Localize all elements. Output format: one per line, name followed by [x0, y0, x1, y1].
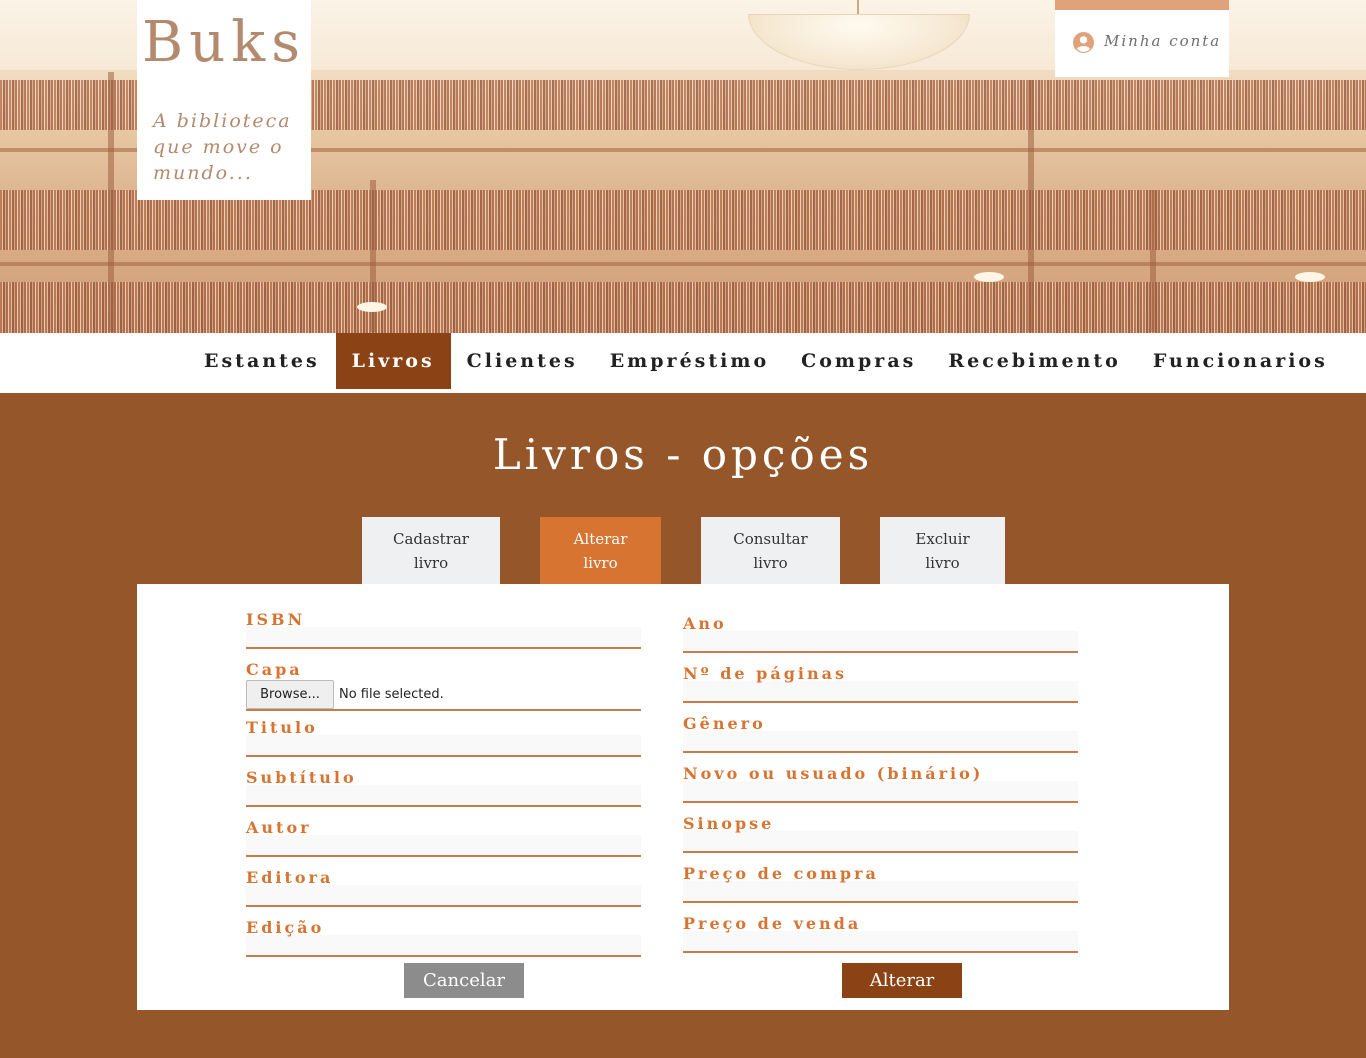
- bookshelf-row: [0, 282, 1366, 333]
- paginas-field: Nº de páginas: [683, 663, 1078, 703]
- hero-pillar: [1028, 80, 1034, 332]
- account-button[interactable]: Minha conta: [1055, 0, 1229, 77]
- hero-pillar: [1150, 190, 1156, 332]
- subtitulo-field: Subtítulo: [246, 767, 641, 807]
- main-nav: Estantes Livros Clientes Empréstimo Comp…: [0, 333, 1366, 393]
- isbn-input[interactable]: [246, 627, 641, 649]
- sinopse-field: Sinopse: [683, 813, 1078, 853]
- account-label: Minha conta: [1104, 32, 1222, 50]
- file-status: No file selected.: [339, 686, 444, 702]
- genero-field: Gênero: [683, 713, 1078, 753]
- nav-item-compras[interactable]: Compras: [785, 333, 932, 389]
- novo-usado-field: Novo ou usuado (binário): [683, 763, 1078, 803]
- lamp-icon: [1295, 272, 1325, 282]
- alterar-button[interactable]: Alterar: [842, 963, 962, 998]
- nav-item-emprestimo[interactable]: Empréstimo: [594, 333, 785, 389]
- tab-label-line2: livro: [583, 554, 618, 572]
- nav-list: Estantes Livros Clientes Empréstimo Comp…: [188, 333, 1344, 389]
- tab-label-line2: livro: [413, 554, 449, 572]
- tab-label-line2: livro: [925, 554, 960, 572]
- tab-label-line1: Alterar: [573, 530, 628, 548]
- lamp-icon: [974, 272, 1004, 282]
- user-circle-icon: [1073, 32, 1094, 53]
- page-title: Livros - opções: [492, 430, 874, 479]
- tab-label-line1: Excluir: [915, 530, 970, 548]
- nav-item-clientes[interactable]: Clientes: [451, 333, 594, 389]
- tab-consultar-livro[interactable]: Consultar livro: [701, 517, 840, 584]
- shelf-rail: [0, 262, 1366, 266]
- cancel-button[interactable]: Cancelar: [404, 963, 524, 998]
- isbn-field: ISBN: [246, 609, 641, 649]
- brand-logo-box[interactable]: Buks A biblioteca que move o mundo...: [137, 0, 311, 200]
- nav-item-estantes[interactable]: Estantes: [188, 333, 336, 389]
- capa-field: Capa Browse... No file selected.: [246, 659, 641, 713]
- tab-alterar-livro[interactable]: Alterar livro: [540, 517, 661, 584]
- titulo-field: Titulo: [246, 717, 641, 757]
- ano-input[interactable]: [683, 631, 1078, 653]
- tab-cadastrar-livro[interactable]: Cadastrar livro: [362, 517, 500, 584]
- capa-file-input: Browse... No file selected.: [246, 679, 641, 711]
- autor-field: Autor: [246, 817, 641, 857]
- nav-item-recebimento[interactable]: Recebimento: [932, 333, 1137, 389]
- ano-field: Ano: [683, 613, 1078, 653]
- edicao-field: Edição: [246, 917, 641, 957]
- preco-venda-field: Preço de venda: [683, 913, 1078, 953]
- header-hero-image: Buks A biblioteca que move o mundo... Mi…: [0, 0, 1366, 333]
- tab-label-line1: Cadastrar: [393, 530, 469, 548]
- preco-compra-field: Preço de compra: [683, 863, 1078, 903]
- editora-field: Editora: [246, 867, 641, 907]
- nav-item-livros[interactable]: Livros: [335, 333, 451, 389]
- tab-excluir-livro[interactable]: Excluir livro: [880, 517, 1005, 584]
- lamp-icon: [357, 302, 387, 312]
- capa-label: Capa: [246, 660, 303, 679]
- hero-pillar: [108, 72, 114, 332]
- brand-name: Buks: [142, 10, 306, 75]
- brand-tagline: A biblioteca que move o mundo...: [153, 110, 292, 184]
- browse-button[interactable]: Browse...: [246, 679, 334, 709]
- tab-label-line1: Consultar: [733, 530, 808, 548]
- tab-label-line2: livro: [753, 554, 788, 572]
- nav-item-funcionarios[interactable]: Funcionarios: [1137, 333, 1344, 389]
